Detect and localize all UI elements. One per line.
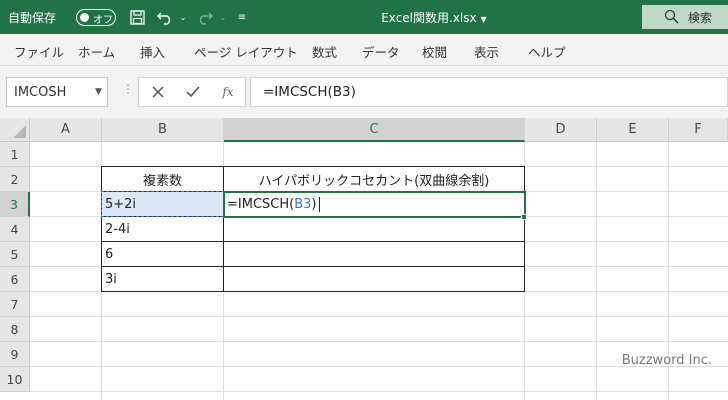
table-header-complex[interactable]: 複素数 (102, 167, 223, 192)
row-header-9[interactable]: 9 (0, 342, 30, 367)
gridline (596, 142, 597, 400)
fill-handle[interactable] (521, 214, 527, 220)
menu-data[interactable]: データ (362, 42, 400, 61)
menu-insert[interactable]: 挿入 (140, 42, 165, 61)
gridline (524, 142, 525, 400)
row-header-8[interactable]: 8 (0, 317, 30, 342)
column-header-a[interactable]: A (30, 118, 102, 142)
title-bar: 自動保存 オフ ⌄ ⌄ ≡ Excel関数用.xlsx ▼ 検索 (0, 0, 728, 34)
cancel-icon[interactable] (141, 78, 175, 106)
file-title[interactable]: Excel関数用.xlsx ▼ (0, 9, 728, 26)
chevron-down-icon[interactable]: ▼ (95, 87, 102, 97)
cell-c5[interactable] (224, 242, 524, 267)
formula-text: =IMCSCH(B3) (263, 84, 356, 100)
reference-outline (101, 191, 224, 217)
cell-b4[interactable]: 2-4i (102, 217, 223, 242)
menu-bar: ファイル ホーム 挿入 ページ レイアウト 数式 データ 校閲 表示 ヘルプ (0, 34, 728, 66)
search-box[interactable]: 検索 (642, 5, 728, 29)
watermark: Buzzword Inc. (621, 353, 712, 368)
menu-page-layout[interactable]: ページ レイアウト (194, 42, 298, 61)
file-name: Excel関数用.xlsx (381, 11, 477, 25)
formula-buttons: fx (138, 77, 246, 107)
column-header-b[interactable]: B (102, 118, 224, 142)
gridline (30, 316, 728, 317)
column-header-d[interactable]: D (525, 118, 597, 142)
row-header-1[interactable]: 1 (0, 142, 30, 167)
column-header-c[interactable]: C (224, 118, 525, 142)
formula-input[interactable]: =IMCSCH(B3) (250, 77, 728, 107)
row-header-2[interactable]: 2 (0, 167, 30, 192)
search-label: 検索 (688, 11, 713, 25)
menu-view[interactable]: 表示 (474, 42, 499, 61)
name-box-value: IMCOSH (14, 85, 67, 100)
formula-bar-row: IMCOSH ▼ ⋮ fx =IMCSCH(B3) (0, 66, 728, 118)
table-border (223, 166, 224, 292)
menu-formulas[interactable]: 数式 (312, 42, 337, 61)
table-border (101, 266, 525, 267)
cell-c4[interactable] (224, 217, 524, 242)
column-header-f[interactable]: F (669, 118, 728, 142)
vertical-dots-icon: ⋮ (122, 82, 134, 96)
menu-home[interactable]: ホーム (78, 42, 115, 61)
gridline (30, 341, 728, 342)
select-all-triangle-icon (13, 125, 26, 138)
row-header-7[interactable]: 7 (0, 292, 30, 317)
menu-help[interactable]: ヘルプ (528, 42, 566, 61)
row-header-4[interactable]: 4 (0, 217, 30, 242)
chevron-down-icon: ▼ (480, 15, 487, 24)
menu-review[interactable]: 校閲 (422, 42, 447, 61)
cell-b5[interactable]: 6 (102, 242, 223, 267)
select-all-button[interactable] (0, 118, 30, 142)
insert-function-icon[interactable]: fx (211, 78, 245, 106)
name-box[interactable]: IMCOSH ▼ (6, 77, 108, 107)
row-header-3[interactable]: 3 (0, 192, 30, 217)
row-header-10[interactable]: 10 (0, 367, 30, 392)
menu-file[interactable]: ファイル (14, 42, 64, 61)
active-cell-outline (223, 191, 526, 218)
gridline (30, 391, 728, 392)
enter-check-icon[interactable] (176, 78, 210, 106)
table-header-csch[interactable]: ハイパボリックコセカント(双曲線余割) (224, 167, 524, 192)
column-header-e[interactable]: E (597, 118, 669, 142)
cell-c6[interactable] (224, 267, 524, 292)
row-header-5[interactable]: 5 (0, 242, 30, 267)
search-icon (664, 9, 679, 28)
worksheet-grid[interactable]: A B C D E F 1 2 3 4 5 6 7 8 9 10 複素数 ハイパ… (0, 118, 728, 400)
row-header-6[interactable]: 6 (0, 267, 30, 292)
table-border (101, 241, 525, 242)
cell-b6[interactable]: 3i (102, 267, 223, 292)
